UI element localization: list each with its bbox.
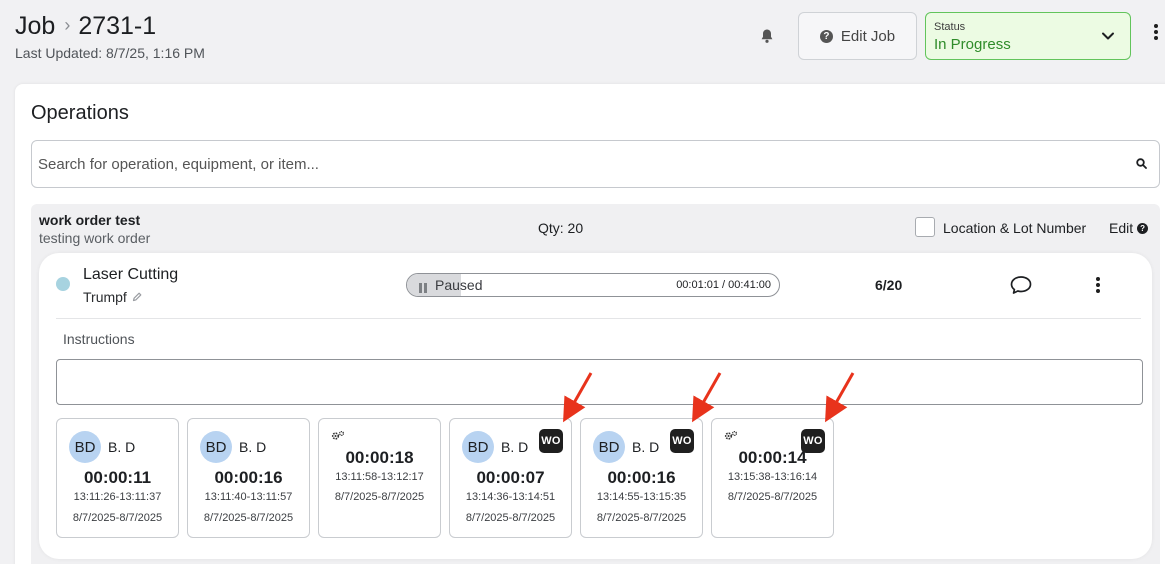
operation-search-input[interactable] xyxy=(38,147,1118,181)
avatar: BD xyxy=(593,431,625,463)
log-date-range: 8/7/2025-8/7/2025 xyxy=(727,491,818,503)
work-order-badge: WO xyxy=(670,429,694,453)
log-duration: 00:00:11 xyxy=(83,468,152,487)
work-order-name: work order test xyxy=(39,212,141,228)
pencil-icon[interactable] xyxy=(132,292,142,302)
operation-name: Laser Cutting xyxy=(83,266,179,283)
status-label: Status xyxy=(934,21,966,33)
edit-job-label: Edit Job xyxy=(840,27,896,45)
last-updated-text: Last Updated: 8/7/25, 1:16 PM xyxy=(15,45,205,61)
time-log-card[interactable]: BD B. D WO 00:00:16 13:14:55-13:15:35 8/… xyxy=(580,418,703,538)
log-date-range: 8/7/2025-8/7/2025 xyxy=(334,491,425,503)
status-value: In Progress xyxy=(934,36,1011,53)
work-order-edit-button[interactable]: Edit ? xyxy=(1109,220,1149,236)
log-user-name: B. D xyxy=(239,439,267,455)
time-log-card[interactable]: WO 00:00:14 13:15:38-13:16:14 8/7/2025-8… xyxy=(711,418,834,538)
progress-time: 00:01:01 / 00:41:00 xyxy=(676,279,771,291)
time-log-card[interactable]: BD B. D 00:00:11 13:11:26-13:11:37 8/7/2… xyxy=(56,418,179,538)
status-select[interactable]: Status In Progress xyxy=(925,12,1131,60)
log-time-range: 13:11:26-13:11:37 xyxy=(73,491,162,503)
instructions-label: Instructions xyxy=(63,331,135,347)
comment-icon[interactable] xyxy=(1009,275,1033,295)
log-user-name: B. D xyxy=(108,439,136,455)
divider xyxy=(56,318,1141,319)
log-time-range: 13:11:58-13:12:17 xyxy=(335,471,424,483)
breadcrumb-root[interactable]: Job xyxy=(15,12,55,41)
operation-equipment: Trumpf xyxy=(83,289,142,305)
chevron-down-icon xyxy=(1102,32,1114,40)
help-circle-icon: ? xyxy=(819,29,833,43)
time-log-card[interactable]: BD B. D WO 00:00:07 13:14:36-13:14:51 8/… xyxy=(449,418,572,538)
location-lot-checkbox[interactable] xyxy=(915,217,935,237)
gears-icon xyxy=(724,430,738,440)
chevron-right-icon: › xyxy=(64,15,71,35)
operation-card: Laser Cutting Trumpf Paused 00:01:01 / 0… xyxy=(39,253,1152,559)
log-time-range: 13:15:38-13:16:14 xyxy=(727,471,818,483)
log-date-range: 8/7/2025-8/7/2025 xyxy=(596,512,687,524)
operations-title: Operations xyxy=(31,102,129,124)
operations-panel: Operations work order test testing work … xyxy=(15,84,1165,564)
work-order-badge: WO xyxy=(539,429,563,453)
operation-more-icon[interactable] xyxy=(1094,277,1102,295)
operation-count: 6/20 xyxy=(875,277,903,293)
log-date-range: 8/7/2025-8/7/2025 xyxy=(72,512,163,524)
log-time-range: 13:11:40-13:11:57 xyxy=(204,491,293,503)
time-log-card[interactable]: BD B. D 00:00:16 13:11:40-13:11:57 8/7/2… xyxy=(187,418,310,538)
bell-icon[interactable] xyxy=(760,28,774,44)
equipment-name: Trumpf xyxy=(83,289,127,305)
search-icon[interactable] xyxy=(1136,158,1147,169)
log-duration: 00:00:16 xyxy=(607,468,676,487)
operation-status-dot xyxy=(56,277,70,291)
avatar: BD xyxy=(69,431,101,463)
log-user-name: B. D xyxy=(632,439,660,455)
instructions-textarea[interactable] xyxy=(56,359,1143,405)
log-time-range: 13:14:36-13:14:51 xyxy=(465,491,556,503)
work-order-description: testing work order xyxy=(39,230,151,246)
time-log-card[interactable]: 00:00:18 13:11:58-13:12:17 8/7/2025-8/7/… xyxy=(318,418,441,538)
log-duration: 00:00:14 xyxy=(738,448,807,467)
help-circle-icon: ? xyxy=(1137,222,1149,234)
work-order-card: work order test testing work order Qty: … xyxy=(31,204,1160,564)
work-order-quantity: Qty: 20 xyxy=(538,220,584,236)
log-date-range: 8/7/2025-8/7/2025 xyxy=(465,512,556,524)
log-duration: 00:00:18 xyxy=(345,448,414,467)
avatar: BD xyxy=(462,431,494,463)
gears-icon xyxy=(331,430,345,440)
edit-job-button[interactable]: ? Edit Job xyxy=(798,12,917,60)
breadcrumb-job-number: 2731-1 xyxy=(78,12,157,40)
avatar: BD xyxy=(200,431,232,463)
job-header: Job › 2731-1 Last Updated: 8/7/25, 1:16 … xyxy=(0,0,1165,84)
log-time-range: 13:14:55-13:15:35 xyxy=(596,491,687,503)
breadcrumb: Job › 2731-1 xyxy=(15,12,156,41)
operation-search xyxy=(31,140,1160,188)
operation-progress-bar[interactable]: Paused 00:01:01 / 00:41:00 xyxy=(406,273,780,297)
more-options-icon[interactable] xyxy=(1152,24,1160,42)
work-order-edit-label: Edit xyxy=(1109,220,1134,236)
pause-icon xyxy=(419,280,429,293)
log-user-name: B. D xyxy=(501,439,529,455)
log-duration: 00:00:16 xyxy=(214,468,283,487)
progress-state: Paused xyxy=(435,277,483,293)
log-date-range: 8/7/2025-8/7/2025 xyxy=(203,512,294,524)
log-duration: 00:00:07 xyxy=(476,468,545,487)
location-lot-label: Location & Lot Number xyxy=(943,220,1087,236)
